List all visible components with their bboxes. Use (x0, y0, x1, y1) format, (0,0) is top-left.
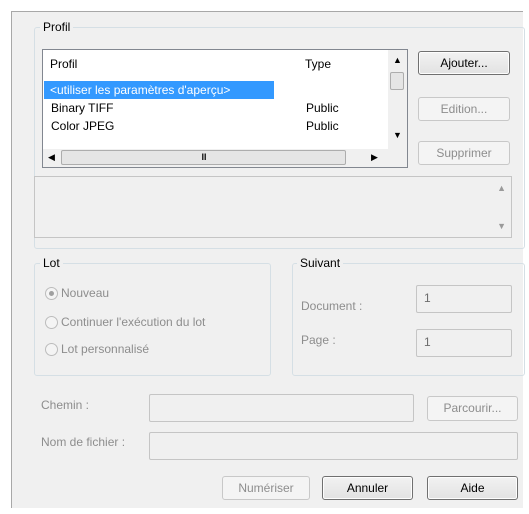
radio-selected-dot (49, 291, 54, 296)
window-edge (0, 0, 11, 514)
scroll-right-icon[interactable]: ▶ (371, 152, 378, 163)
radio-personnalise-label[interactable]: Lot personnalisé (61, 342, 149, 356)
delete-button[interactable]: Supprimer (418, 141, 510, 165)
add-button[interactable]: Ajouter... (418, 51, 510, 75)
radio-continuer-label[interactable]: Continuer l'exécution du lot (61, 315, 205, 329)
scroll-up-icon[interactable]: ▲ (497, 183, 506, 193)
profile-name: <utiliser les paramètres d'aperçu> (50, 83, 231, 97)
window-edge (0, 0, 529, 11)
document-field[interactable]: 1 (416, 285, 512, 313)
dialog-window: Profil Profil Type <utiliser les paramèt… (0, 0, 529, 514)
column-header-type[interactable]: Type (296, 50, 388, 79)
radio-nouveau-label[interactable]: Nouveau (61, 286, 109, 300)
profile-type: Public (306, 101, 339, 115)
radio-continuer[interactable] (45, 316, 58, 329)
suivant-group (292, 263, 525, 376)
page-field[interactable]: 1 (416, 329, 512, 357)
chemin-field[interactable] (149, 394, 414, 422)
cancel-button[interactable]: Annuler (322, 476, 413, 500)
profile-name: Binary TIFF (51, 101, 114, 115)
list-item[interactable]: <utiliser les paramètres d'aperçu> (44, 81, 274, 99)
scroll-left-icon[interactable]: ◀ (48, 152, 55, 163)
filename-field[interactable] (149, 432, 518, 460)
lot-group-title: Lot (40, 256, 63, 270)
radio-nouveau[interactable] (45, 287, 58, 300)
scroll-thumb[interactable] (390, 72, 404, 90)
column-header-profil[interactable]: Profil (43, 50, 296, 79)
page-value: 1 (424, 335, 431, 349)
document-value: 1 (424, 291, 431, 305)
help-button[interactable]: Aide (427, 476, 518, 500)
scroll-down-icon[interactable]: ▼ (497, 221, 506, 231)
list-item[interactable]: Binary TIFF Public (44, 99, 388, 117)
description-box: ▲ ▼ (34, 176, 512, 238)
profile-list[interactable]: Profil Type <utiliser les paramètres d'a… (42, 49, 408, 168)
profile-name: Color JPEG (51, 119, 115, 133)
browse-button[interactable]: Parcourir... (427, 396, 518, 421)
document-label: Document : (301, 299, 363, 313)
scroll-thumb[interactable]: III (61, 150, 346, 165)
radio-personnalise[interactable] (45, 343, 58, 356)
profile-type: Public (306, 119, 339, 133)
scroll-up-icon[interactable]: ▲ (393, 55, 402, 65)
chemin-label: Chemin : (41, 398, 90, 412)
scroll-thumb-grip: III (201, 152, 206, 162)
suivant-group-title: Suivant (297, 256, 344, 270)
window-edge (0, 508, 529, 514)
profil-group-title: Profil (40, 20, 74, 34)
scan-button[interactable]: Numériser (222, 476, 310, 500)
page-label: Page : (301, 333, 336, 347)
filename-label: Nom de fichier : (41, 435, 126, 449)
edit-button[interactable]: Edition... (418, 97, 510, 121)
window-border (11, 11, 523, 12)
list-item[interactable]: Color JPEG Public (44, 117, 388, 135)
horizontal-scrollbar[interactable]: ◀ III ▶ (43, 149, 407, 167)
window-border (11, 11, 12, 508)
scroll-down-icon[interactable]: ▼ (393, 130, 402, 140)
